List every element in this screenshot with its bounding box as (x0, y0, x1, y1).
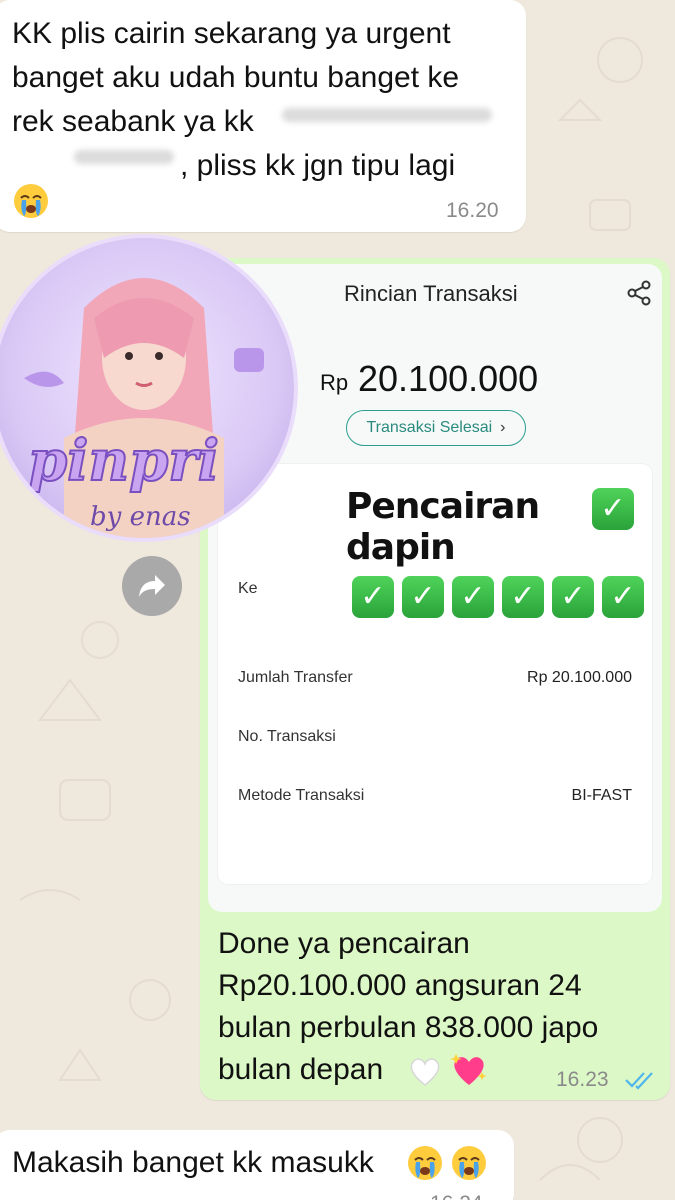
check-mark-icon: ✓ (552, 576, 594, 618)
message-text-line: bulan depan (218, 1053, 384, 1086)
transaction-method-value: BI-FAST (571, 787, 632, 804)
transaction-number-label: No. Transaksi (238, 728, 336, 745)
crying-face-emoji-icon (408, 1146, 442, 1180)
amount-currency: Rp (320, 370, 349, 395)
incoming-message-bubble[interactable]: Makasih banget kk masukk 16.24 (0, 1130, 514, 1200)
white-heart-emoji-icon (410, 1058, 440, 1086)
transaction-amount: 20.100.000 (358, 358, 539, 399)
pinpri-watermark-logo: pinpri by enas (0, 238, 294, 538)
message-text-line: bulan perbulan 838.000 japo (218, 1011, 599, 1044)
message-text-line: rek seabank ya kk (12, 105, 254, 138)
message-text-line: , pliss kk jgn tipu lagi (180, 149, 456, 182)
message-text: Makasih banget kk masukk (12, 1146, 374, 1179)
check-mark-icon: ✓ (502, 576, 544, 618)
double-check-read-icon (625, 1072, 653, 1090)
share-icon[interactable] (626, 280, 652, 306)
check-mark-icon: ✓ (352, 576, 394, 618)
check-mark-icon: ✓ (452, 576, 494, 618)
status-label: Transaksi Selesai (366, 419, 493, 436)
transaction-method-label: Metode Transaksi (238, 787, 365, 804)
chevron-right-icon: › (500, 419, 506, 436)
message-timestamp: 16.24 (430, 1192, 483, 1200)
message-timestamp: 16.20 (446, 199, 499, 222)
check-mark-icon: ✓ (592, 488, 634, 530)
message-text-line: Done ya pencairan (218, 927, 470, 960)
status-badge[interactable]: Transaksi Selesai › (346, 410, 526, 446)
transfer-amount-label: Jumlah Transfer (238, 669, 353, 686)
redacted-account-name (74, 150, 174, 164)
forward-button[interactable] (122, 556, 182, 616)
message-timestamp: 16.23 (556, 1068, 609, 1091)
redacted-account-number (282, 108, 492, 122)
transaction-title: Rincian Transaksi (344, 281, 518, 306)
recipient-label: Ke (238, 580, 258, 597)
sparkling-heart-emoji-icon (450, 1054, 487, 1085)
transfer-amount-value: Rp 20.100.000 (527, 669, 632, 686)
check-mark-icon: ✓ (602, 576, 644, 618)
message-text-line: KK plis cairin sekarang ya urgent (12, 17, 451, 50)
crying-face-emoji-icon (14, 184, 48, 218)
watermark-brand: pinpri (27, 427, 220, 495)
message-text-line: Rp20.100.000 angsuran 24 (218, 969, 582, 1002)
forward-arrow-icon (139, 575, 165, 597)
watermark-tagline: by enas (90, 502, 191, 532)
crying-face-emoji-icon (452, 1146, 486, 1180)
message-text-line: banget aku udah buntu banget ke (12, 61, 460, 94)
check-mark-icon: ✓ (402, 576, 444, 618)
incoming-message-bubble[interactable]: KK plis cairin sekarang ya urgent banget… (0, 0, 526, 232)
